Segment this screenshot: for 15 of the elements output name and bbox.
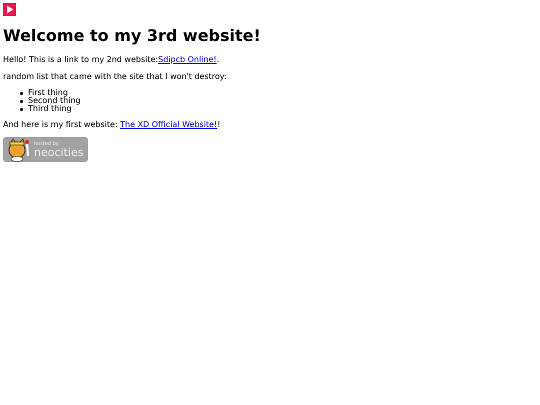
cat-mascot-icon: [6, 138, 32, 162]
intro-text: Hello! This is a link to my 2nd website:Sdipcb Online!.: [3, 55, 220, 65]
list-item: Second thing: [28, 97, 81, 105]
bullet-icon: [20, 100, 23, 102]
badge-title: neocities: [34, 146, 84, 158]
bullet-icon: [20, 92, 23, 94]
page-heading: Welcome to my 3rd website!: [3, 26, 261, 46]
website-link[interactable]: The XD Official Website!: [120, 120, 218, 129]
website-link[interactable]: Sdipcb Online!: [158, 55, 217, 64]
outro-text: And here is my first website: The XD Official Website!!: [3, 120, 220, 130]
list-item: First thing: [28, 89, 68, 97]
bullet-icon: [20, 108, 23, 110]
list-item: Third thing: [28, 105, 72, 113]
list-intro-text: random list that came with the site that I won't destroy:: [3, 72, 227, 82]
play-logo-icon: [3, 3, 16, 16]
